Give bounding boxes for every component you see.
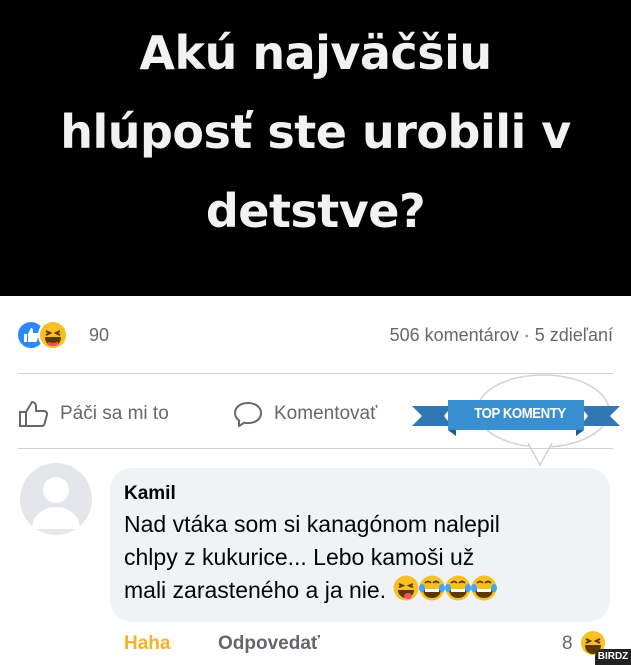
comment-text: Nad vtáka som si kanagónom nalepil chlpy… — [124, 508, 604, 611]
comment-author[interactable]: Kamil — [124, 483, 176, 505]
haha-icon — [38, 320, 68, 350]
top-comments-badge-text: TOP KOMENTY — [474, 405, 566, 422]
comment-button-label: Komentovať — [274, 403, 378, 424]
comment-reaction-count[interactable]: 8 — [562, 633, 573, 655]
like-button[interactable]: Páči sa mi to — [18, 396, 169, 432]
comment-icon — [234, 402, 262, 427]
default-user-icon — [32, 477, 80, 529]
post-stats-row: 90 506 komentárov · 5 zdieľaní — [0, 318, 631, 354]
comment-text-line-3-text: mali zarasteného a ja nie. — [124, 577, 387, 603]
comment-text-line-2: chlpy z kukurice... Lebo kamoši už — [124, 544, 475, 570]
comments-shares-count[interactable]: 506 komentárov · 5 zdieľaní — [390, 325, 613, 346]
laugh-tears-emoji — [471, 575, 498, 601]
comment-haha-reaction-button[interactable]: Haha — [124, 633, 170, 655]
tongue-laugh-emoji — [393, 575, 419, 601]
watermark-logo: BIRDZ — [595, 649, 631, 665]
banner-title-line-2: hlúposť ste urobili v — [60, 105, 571, 159]
question-banner: Akú najväčšiu hlúposť ste urobili v dets… — [0, 0, 631, 296]
comment-button[interactable]: Komentovať — [232, 396, 377, 432]
divider-bottom — [18, 448, 613, 449]
emoji-group — [392, 574, 498, 611]
comment-reply-button[interactable]: Odpovedať — [218, 633, 320, 655]
laugh-tears-emoji — [445, 575, 472, 601]
comment-text-line-3: mali zarasteného a ja nie. — [124, 574, 604, 611]
reaction-count[interactable]: 90 — [89, 325, 109, 346]
laugh-tears-emoji — [419, 575, 446, 601]
banner-title-line-3: detstve? — [205, 184, 426, 238]
reaction-summary[interactable] — [16, 318, 86, 352]
like-button-label: Páči sa mi to — [60, 403, 169, 424]
comment-text-line-1: Nad vtáka som si kanagónom nalepil — [124, 511, 500, 537]
banner-title: Akú najväčšiu hlúposť ste urobili v dets… — [0, 14, 631, 251]
banner-title-line-1: Akú najväčšiu — [139, 26, 492, 80]
thumbs-up-icon — [19, 401, 49, 427]
avatar[interactable] — [20, 463, 92, 535]
